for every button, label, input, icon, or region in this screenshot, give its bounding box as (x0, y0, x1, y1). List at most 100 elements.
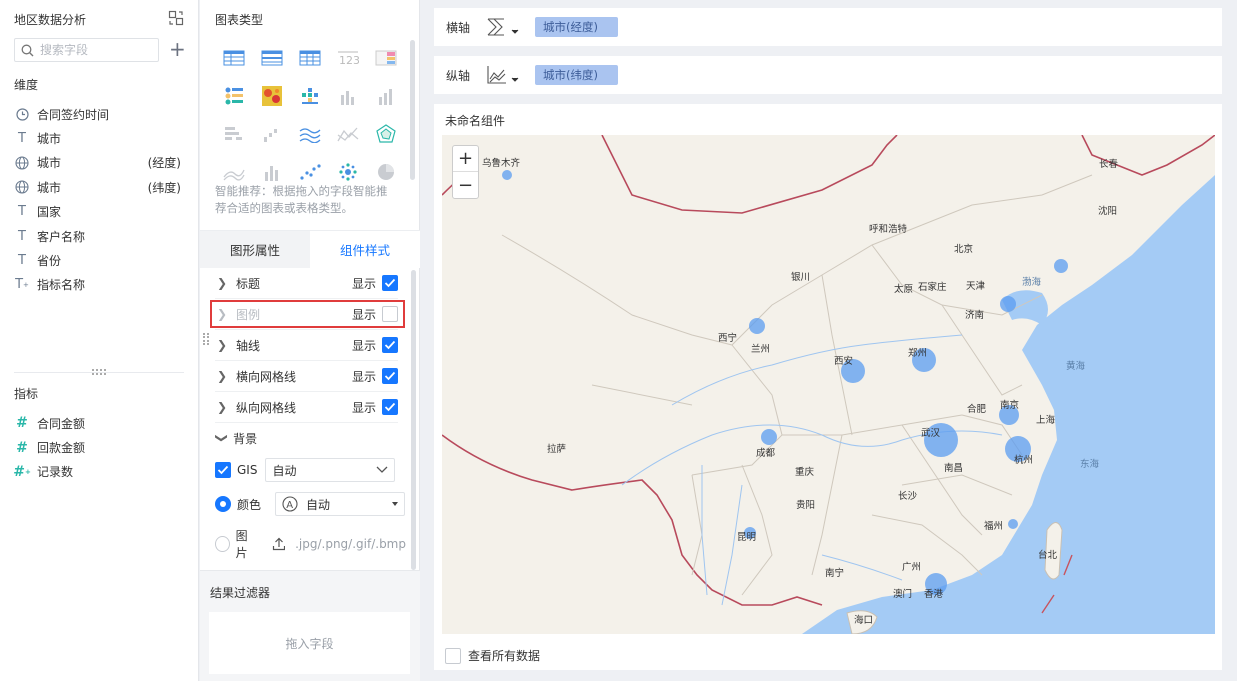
field-label: 合同金额 (37, 416, 86, 431)
data-bubble[interactable] (1054, 259, 1068, 273)
data-bubble[interactable] (761, 429, 777, 445)
data-bubble[interactable] (1000, 296, 1016, 312)
chart-type-number-icon[interactable]: 123 (329, 39, 367, 77)
city-label: 北京 (954, 244, 974, 255)
panel-resize-handle[interactable] (203, 333, 209, 345)
city-label: 澳门 (893, 589, 913, 600)
filter-drop-zone[interactable]: 拖入字段 (209, 612, 410, 674)
search-input[interactable] (40, 43, 150, 57)
chevron-down-icon[interactable]: ❯ (215, 433, 229, 443)
field-item[interactable]: T 省份 (14, 248, 189, 272)
color-radio[interactable] (215, 496, 231, 512)
chart-type-scrollbar[interactable] (410, 40, 415, 180)
add-field-button[interactable]: + (169, 39, 186, 59)
chart-type-cross-table-icon[interactable] (291, 39, 329, 77)
chevron-right-icon[interactable]: ❯ (217, 400, 231, 414)
y-axis-field-tag[interactable]: 城市(纬度) (535, 65, 618, 85)
chevron-right-icon[interactable]: ❯ (217, 338, 231, 352)
city-label: 拉萨 (547, 444, 567, 455)
chart-type-waterfall-icon[interactable] (253, 115, 291, 153)
field-search[interactable] (14, 38, 159, 62)
switch-dataset-icon[interactable] (168, 10, 184, 26)
v-grid-show-checkbox[interactable] (382, 399, 398, 415)
field-item[interactable]: T + 指标名称 (14, 273, 189, 297)
x-axis-field-tag[interactable]: 城市(经度) (535, 17, 618, 37)
field-item[interactable]: # 回款金额 (14, 435, 189, 459)
prop-h-grid-row[interactable]: ❯ 横向网格线 显示 (215, 361, 398, 392)
result-filter: 结果过滤器 拖入字段 (200, 570, 420, 681)
prop-axis-row[interactable]: ❯ 轴线 显示 (215, 330, 398, 361)
y-axis-type-selector[interactable] (486, 63, 522, 87)
svg-text:A: A (286, 500, 293, 511)
view-all-checkbox[interactable] (445, 647, 461, 664)
auto-color-icon: A (282, 496, 298, 512)
text-icon: T (18, 131, 26, 147)
panel-resize-handle[interactable] (14, 369, 184, 375)
field-label: 城市 (37, 156, 62, 171)
show-label: 显示 (351, 400, 376, 415)
city-label: 天津 (966, 281, 986, 292)
x-axis-type-selector[interactable] (486, 15, 522, 39)
chevron-down-icon (377, 466, 388, 473)
prop-v-grid-row[interactable]: ❯ 纵向网格线 显示 (215, 392, 398, 423)
chart-type-bar-icon[interactable] (215, 115, 253, 153)
background-header[interactable]: ❯ 背景 (215, 423, 398, 453)
city-label: 南宁 (825, 568, 845, 579)
chart-type-grouped-table-icon[interactable] (253, 39, 291, 77)
field-item[interactable]: T 国家 (14, 200, 189, 224)
chart-type-stacked-column-icon[interactable] (367, 77, 405, 115)
style-scrollbar[interactable] (411, 270, 416, 570)
field-item[interactable]: # 合同金额 (14, 411, 189, 435)
city-label: 南京 (1000, 400, 1020, 411)
chevron-right-icon[interactable]: ❯ (217, 276, 231, 290)
field-item[interactable]: # + 记录数 (13, 460, 189, 484)
data-bubble[interactable] (749, 318, 765, 334)
color-select[interactable]: A 自动 (275, 492, 406, 516)
globe-icon (14, 155, 30, 171)
view-all-data[interactable]: 查看所有数据 (445, 647, 540, 664)
chart-type-column-icon[interactable] (329, 77, 367, 115)
widget-title[interactable]: 未命名组件 (445, 112, 505, 129)
gis-map[interactable]: + − 乌鲁木齐 长春 沈阳 呼和浩特 北京 银川 太原 石家庄 天津 渤海 济… (442, 135, 1215, 634)
chart-type-bar-grid-icon[interactable] (291, 77, 329, 115)
chart-type-heatmap-icon[interactable] (253, 77, 291, 115)
upload-icon[interactable] (272, 537, 286, 551)
h-grid-show-checkbox[interactable] (382, 368, 398, 384)
chart-type-polyline-icon[interactable] (329, 115, 367, 153)
gis-select[interactable]: 自动 (265, 458, 396, 482)
chart-type-line-icon[interactable] (291, 115, 329, 153)
background-section: ❯ 背景 GIS 自动 颜色 A 自动 图片 .jpg/.png/.gif/.b… (215, 423, 406, 560)
chart-type-radar-icon[interactable] (367, 115, 405, 153)
tab-component-style[interactable]: 组件样式 (310, 231, 420, 268)
y-axis-bar: 纵轴 城市(纬度) (434, 56, 1222, 94)
prop-label: 纵向网格线 (236, 400, 297, 415)
data-bubble[interactable] (502, 170, 512, 180)
field-item[interactable]: T 客户名称 (14, 224, 189, 248)
chevron-right-icon[interactable]: ❯ (217, 369, 231, 383)
field-item[interactable]: 合同签约时间 (14, 102, 189, 126)
field-item[interactable]: 城市 (纬度) (14, 175, 189, 199)
city-label: 兰州 (751, 344, 771, 355)
axis-show-checkbox[interactable] (382, 337, 398, 353)
field-item[interactable]: 城市 (经度) (14, 151, 189, 175)
chart-type-kpi-card-icon[interactable] (215, 77, 253, 115)
title-show-checkbox[interactable] (382, 275, 398, 291)
gis-select-value: 自动 (272, 463, 297, 478)
city-label: 长沙 (898, 491, 918, 502)
prop-title-row[interactable]: ❯ 标题 显示 (215, 268, 398, 299)
field-label: 合同签约时间 (37, 107, 110, 122)
city-label: 海口 (854, 615, 874, 626)
chart-type-table-icon[interactable] (215, 39, 253, 77)
field-item[interactable]: T 城市 (14, 126, 189, 150)
prop-label: 轴线 (236, 338, 261, 353)
gis-checkbox[interactable] (215, 462, 231, 478)
svg-text:123: 123 (339, 54, 359, 66)
chart-widget: 未命名组件 + − 乌鲁木齐 长春 沈阳 呼和浩特 北京 银川 太原 石家庄 天… (434, 104, 1222, 670)
data-bubble[interactable] (1008, 519, 1018, 529)
tab-graphic-properties[interactable]: 图形属性 (200, 231, 310, 268)
city-label: 乌鲁木齐 (482, 158, 521, 169)
image-radio[interactable] (215, 536, 230, 552)
chart-type-kpi-table-icon[interactable] (367, 39, 405, 77)
color-row: 颜色 A 自动 (215, 492, 406, 516)
text-icon: T (18, 253, 26, 269)
